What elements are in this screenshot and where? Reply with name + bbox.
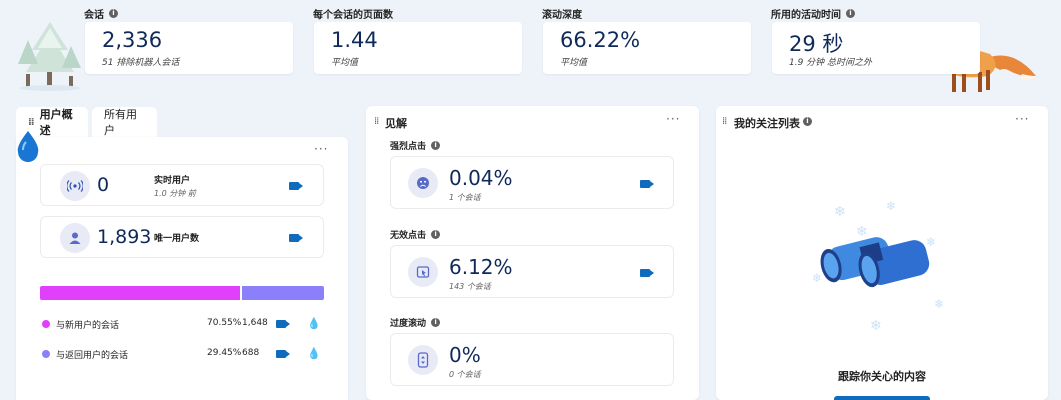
svg-text:❄: ❄ bbox=[934, 297, 944, 311]
svg-text:❄: ❄ bbox=[886, 199, 896, 213]
insight-sessions: 0 个会话 bbox=[449, 370, 481, 379]
realtime-users-label: 实时用户 bbox=[154, 176, 191, 186]
user-icon bbox=[60, 223, 90, 253]
insight-card-excessive-scrolling: 0% 0 个会话 bbox=[390, 333, 674, 386]
watchlist-empty-text: 跟踪你关心的内容 bbox=[838, 370, 926, 383]
metric-subtext: 1.9 分钟 总时间之外 bbox=[789, 58, 873, 68]
snowy-tree-illustration bbox=[14, 20, 86, 92]
realtime-users-value: 0 bbox=[97, 174, 110, 196]
tab-all-users[interactable]: 所有用户 bbox=[92, 107, 157, 137]
info-icon[interactable]: i bbox=[846, 9, 855, 18]
legend-row-returning-users: 与返回用户的会话 29.45% 688 💧 bbox=[40, 347, 324, 361]
insight-value: 0% bbox=[449, 343, 481, 367]
legend-label: 与返回用户的会话 bbox=[56, 351, 129, 361]
metric-subtext: 51 排除机器人会话 bbox=[102, 58, 180, 68]
metric-label-text: 所用的活动时间 bbox=[771, 10, 841, 21]
metric-value: 29 秒 bbox=[789, 32, 844, 56]
unique-users-card: 1,893 唯一用户数 bbox=[40, 216, 324, 258]
drag-handle-icon[interactable]: ⁞⁞ bbox=[28, 117, 35, 128]
tab-label: 所有用户 bbox=[104, 108, 137, 137]
legend-label: 与新用户的会话 bbox=[56, 321, 120, 331]
metric-label-text: 会话 bbox=[84, 10, 104, 21]
panel-title: 我的关注列表 bbox=[734, 117, 800, 130]
svg-text:❄: ❄ bbox=[926, 235, 936, 249]
video-recording-icon[interactable] bbox=[276, 320, 290, 328]
metric-card-active-time: 29 秒 1.9 分钟 总时间之外 bbox=[772, 22, 980, 74]
info-icon[interactable]: i bbox=[431, 141, 441, 150]
metric-value: 66.22% bbox=[560, 28, 641, 52]
metric-label-sessions: 会话 i bbox=[84, 6, 118, 21]
metric-label-scroll-depth: 滚动深度 bbox=[542, 6, 582, 21]
legend-dot bbox=[42, 350, 50, 358]
scroll-icon bbox=[408, 345, 438, 375]
video-recording-icon[interactable] bbox=[276, 350, 290, 358]
insight-value: 0.04% bbox=[449, 166, 513, 190]
insight-label-text: 强烈点击 bbox=[390, 142, 427, 152]
returning-user-sessions-segment bbox=[242, 286, 324, 300]
unique-users-label: 唯一用户数 bbox=[154, 234, 200, 244]
binoculars-illustration: ❄ ❄ ❄ ❄ ❄ ❄ ❄ bbox=[808, 188, 958, 338]
tab-label: 用户概述 bbox=[39, 108, 73, 137]
metric-label-text: 每个会话的页面数 bbox=[313, 10, 393, 21]
legend-count: 1,648 bbox=[242, 318, 268, 328]
new-user-sessions-segment bbox=[40, 286, 241, 300]
dead-click-icon bbox=[408, 257, 438, 287]
video-recording-icon[interactable] bbox=[289, 182, 303, 190]
insight-label-dead-clicks: 无效点击 i bbox=[390, 228, 441, 241]
metric-card-pages-per-session: 1.44 平均值 bbox=[314, 22, 522, 74]
more-options-icon[interactable]: ··· bbox=[314, 142, 328, 156]
realtime-users-card: 0 实时用户 1.0 分钟 前 bbox=[40, 164, 324, 206]
info-icon[interactable]: i bbox=[431, 230, 441, 239]
drag-handle-icon[interactable]: ⁞⁞ bbox=[722, 116, 727, 127]
session-split-bar bbox=[40, 286, 324, 300]
metric-value: 1.44 bbox=[331, 28, 378, 52]
metric-label-active-time: 所用的活动时间 i bbox=[771, 6, 855, 21]
insight-sessions: 1 个会话 bbox=[449, 193, 481, 202]
legend-count: 688 bbox=[242, 348, 260, 358]
insight-value: 6.12% bbox=[449, 255, 513, 279]
more-options-icon[interactable]: ··· bbox=[1015, 112, 1029, 126]
video-recording-icon[interactable] bbox=[640, 269, 654, 277]
metric-subtext: 平均值 bbox=[560, 58, 588, 68]
insight-card-dead-clicks: 6.12% 143 个会话 bbox=[390, 245, 674, 298]
metric-value: 2,336 bbox=[102, 28, 163, 52]
metric-subtext: 平均值 bbox=[331, 58, 359, 68]
angry-face-icon bbox=[408, 168, 438, 198]
watchlist-panel: ⁞⁞ 我的关注列表 i ··· ❄ ❄ ❄ ❄ ❄ ❄ ❄ 跟踪你关心的内容 bbox=[716, 106, 1048, 400]
metric-card-scroll-depth: 66.22% 平均值 bbox=[543, 22, 751, 74]
panel-title: 见解 bbox=[385, 117, 407, 130]
heatmap-flame-icon[interactable]: 💧 bbox=[307, 317, 321, 330]
heatmap-flame-icon[interactable]: 💧 bbox=[307, 347, 321, 360]
legend-row-new-users: 与新用户的会话 70.55% 1,648 💧 bbox=[40, 317, 324, 331]
info-icon[interactable]: i bbox=[109, 9, 118, 18]
realtime-users-time: 1.0 分钟 前 bbox=[154, 189, 196, 198]
svg-text:❄: ❄ bbox=[812, 271, 822, 285]
info-icon[interactable]: i bbox=[431, 318, 441, 327]
legend-dot bbox=[42, 320, 50, 328]
more-options-icon[interactable]: ··· bbox=[666, 112, 680, 126]
video-recording-icon[interactable] bbox=[640, 180, 654, 188]
water-drop-illustration bbox=[14, 130, 42, 162]
legend-percent: 29.45% bbox=[207, 348, 242, 358]
svg-text:❄: ❄ bbox=[834, 204, 846, 220]
add-to-watchlist-button[interactable] bbox=[834, 396, 930, 400]
legend-percent: 70.55% bbox=[207, 318, 242, 328]
video-recording-icon[interactable] bbox=[289, 234, 303, 242]
insight-card-rage-clicks: 0.04% 1 个会话 bbox=[390, 156, 674, 209]
insight-label-text: 无效点击 bbox=[390, 231, 427, 241]
metric-label-pages-per-session: 每个会话的页面数 bbox=[313, 6, 393, 21]
info-icon[interactable]: i bbox=[803, 117, 812, 126]
insight-label-text: 过度滚动 bbox=[390, 319, 427, 329]
insight-sessions: 143 个会话 bbox=[449, 282, 491, 291]
live-broadcast-icon bbox=[60, 171, 90, 201]
insight-label-rage-clicks: 强烈点击 i bbox=[390, 139, 441, 152]
svg-text:❄: ❄ bbox=[870, 318, 882, 334]
drag-handle-icon[interactable]: ⁞⁞ bbox=[374, 116, 379, 127]
metric-card-sessions: 2,336 51 排除机器人会话 bbox=[85, 22, 293, 74]
unique-users-value: 1,893 bbox=[97, 226, 152, 248]
svg-text:❄: ❄ bbox=[856, 224, 868, 240]
insight-label-excessive-scrolling: 过度滚动 i bbox=[390, 316, 441, 329]
metric-label-text: 滚动深度 bbox=[542, 10, 582, 21]
